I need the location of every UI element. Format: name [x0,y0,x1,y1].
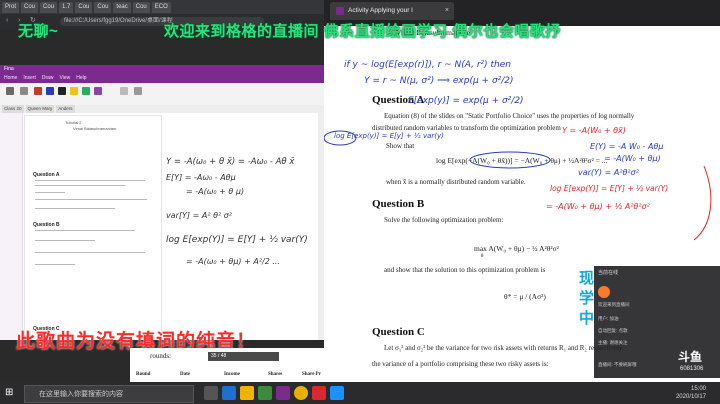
chat-line-4: 主播: 谢谢关注 [598,340,628,345]
format-icon[interactable] [20,87,28,95]
close-tab-icon[interactable]: × [445,6,449,15]
store-icon[interactable] [258,386,272,400]
pen-red-icon[interactable] [34,87,42,95]
pdf-header: Tutorial 2 [65,120,82,125]
menu-insert[interactable]: Insert [23,74,36,83]
overlay-text-left: 无聊~ [18,23,59,40]
task-view-icon[interactable] [204,386,218,400]
tab-7[interactable]: teac [113,1,131,13]
chrome-icon[interactable] [294,386,308,400]
tab-8[interactable]: Cou [132,1,150,13]
page-indicator[interactable]: 35 / 48 [208,352,279,361]
file-explorer-icon[interactable] [240,386,254,400]
tab-1[interactable]: Prot [2,1,20,13]
handwriting-line-1: Y = -A(ω₀ + θ x̃) = -Aω₀ - Aθ x̃ [166,157,295,167]
search-placeholder: 在这里输入你要搜索的内容 [39,391,123,398]
tab-3[interactable]: Cou [40,1,58,13]
windows-taskbar: ⊞ 在这里输入你要搜索的内容 15:00 2020/10/17 [0,382,720,404]
pdf-line [35,230,135,231]
onenote-menu: Home Insert Draw View Help [0,74,324,83]
section-tab-1[interactable]: Class 20 [2,105,24,113]
section-tab-2[interactable]: Queen Mary [25,105,55,113]
menu-home[interactable]: Home [4,74,17,83]
windows-start-icon[interactable]: ⊞ [5,386,19,400]
table-header-income: Income [224,372,240,377]
pdf-line [35,264,75,265]
tab-2[interactable]: Cou [21,1,39,13]
pdf-line [35,208,115,209]
table-header-share-price: Share Pr [302,372,321,377]
menu-help[interactable]: Help [76,74,86,83]
clock-time: 15:00 [690,386,706,392]
clock-date: 2020/10/17 [675,394,706,400]
chat-header: 当前在线 [598,270,619,276]
rounds-label: rounds: [150,352,171,360]
chat-line-3: 自动回复: 点歌 [598,328,628,333]
left-browser-window: Prot Cou Cou 1.7 Cou Cou teac Cou ECO ‹ … [0,0,324,382]
menu-view[interactable]: View [60,74,71,83]
embedded-pdf-page: Tutorial 2 Vimal Balasubramaniam Questio… [24,115,162,340]
pdf-line [35,180,145,181]
pdf-line [35,240,95,241]
active-tab-title: Activity Applying your l [348,7,413,14]
chat-line-2: 用户: 加油 [598,316,619,321]
pdf-question-a: Question A [33,172,60,178]
edge-icon[interactable] [222,386,236,400]
tab-9[interactable]: ECO [151,1,171,13]
taskbar-search-box[interactable]: 在这里输入你要搜索的内容 [24,385,194,403]
pdf-author: Vimal Balasubramaniam [73,126,117,131]
active-tab[interactable]: Activity Applying your l × [330,2,454,20]
circle-stroke [324,130,357,146]
handwriting-line-6: = -A(ω₀ + θμ) + A²/2 ... [186,257,280,266]
lasso-icon[interactable] [134,87,142,95]
table-header-date: Date [180,372,190,377]
handwriting-line-2: E[Y] = -Aω₀ - Aθμ [166,173,236,182]
pdf-line [35,252,145,253]
handwriting-line-5: log E[exp(Y)] = E[Y] + ½ var(Y) [166,235,308,245]
pen-black-icon[interactable] [58,87,66,95]
highlighter-icon[interactable] [70,87,78,95]
left-tab-strip: Prot Cou Cou 1.7 Cou Cou teac Cou ECO [0,0,324,14]
chat-line-1: 欢迎来到直播间 [598,302,630,307]
left-doc-footer: rounds: 35 / 48 Round Date Income Shares… [130,348,324,382]
onenote-ribbon [0,83,324,106]
table-header-round: Round [136,372,151,377]
word-icon[interactable] [330,386,344,400]
pdf-line [35,192,65,193]
onenote-tab-icon [336,7,344,15]
onenote-window: Fina Home Insert Draw View Help Class 20… [0,65,324,340]
menu-draw[interactable]: Draw [42,74,54,83]
eraser-icon[interactable] [120,87,128,95]
chat-line-5: 直播间: 不要刷屏哦 [598,362,637,367]
table-header-shares: Shares [268,372,283,377]
pdf-reader-icon[interactable] [312,386,326,400]
tab-5[interactable]: Cou [75,1,93,13]
pen-blue-icon[interactable] [46,87,54,95]
room-id: 6081306 [680,366,704,372]
handwriting-line-4: var[Y] = A² θ² σ² [166,211,232,220]
back-icon[interactable]: ‹ [6,17,14,25]
avatar [598,286,610,298]
tab-6[interactable]: Cou [94,1,112,13]
paste-icon[interactable] [6,87,14,95]
taskbar-clock[interactable]: 15:00 2020/10/17 [676,385,706,401]
pdf-line [35,185,125,186]
tab-4[interactable]: 1.7 [59,1,74,13]
circle-stroke [469,151,551,169]
onenote-icon[interactable] [276,386,290,400]
live-chat-panel: 当前在线 欢迎来到直播间 用户: 加油 自动回复: 点歌 主播: 谢谢关注 直播… [594,266,720,378]
pen-green-icon[interactable] [82,87,90,95]
onenote-title: Fina [0,65,324,74]
section-tab-3[interactable]: Anders [56,105,75,113]
onenote-section-tabs: Class 20 Queen Mary Anders [0,105,324,113]
onenote-sidebar [0,113,23,340]
pen-purple-icon[interactable] [94,87,102,95]
overlay-ticker-text: 欢迎来到格格的直播间 佛系直播绘画学习 偶尔也会唱歌抒 [164,23,561,40]
handwriting-line-3: = -A(ω₀ + θ μ) [186,187,245,196]
arrow-stroke [693,165,712,241]
douyu-logo: 斗鱼 [678,350,703,364]
pdf-line [35,199,147,200]
pdf-question-b: Question B [33,222,60,228]
